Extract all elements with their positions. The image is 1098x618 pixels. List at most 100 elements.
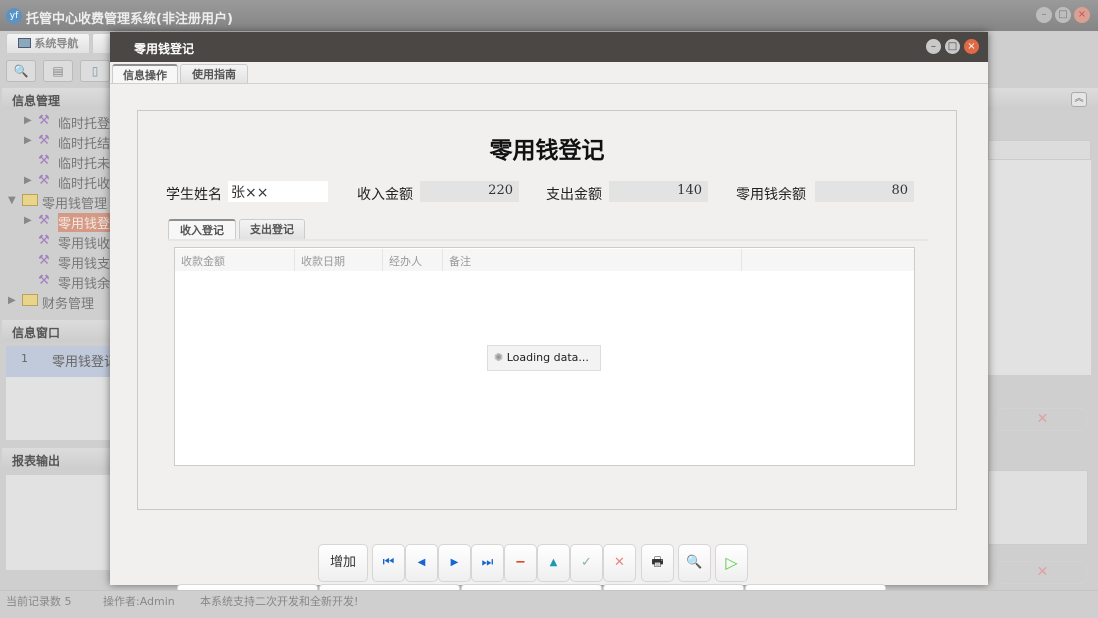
document-icon[interactable]: ▯ <box>80 60 110 82</box>
tree-item-label: 临时托登 <box>58 117 110 132</box>
tree-item-label: 零用钱登 <box>58 213 110 232</box>
tree-item[interactable]: ⚒ 零用钱余 <box>0 272 110 292</box>
dialog-title-bar: 零用钱登记 <box>110 32 988 62</box>
dialog-allowance-register: 零用钱登记 – □ × 信息操作 使用指南 零用钱登记 学生姓名 张×× 收入金… <box>110 32 988 609</box>
form-heading: 零用钱登记 <box>489 137 605 164</box>
report-output-label: 报表输出 <box>12 454 61 468</box>
balance-field: 80 <box>815 181 914 202</box>
tree-item[interactable]: ▼ 零用钱管理 <box>0 192 110 212</box>
col-filler <box>742 249 914 271</box>
tab-info-operation[interactable]: 信息操作 <box>112 64 178 84</box>
tree-item[interactable]: ⚒ 零用钱支 <box>0 252 110 272</box>
cancel-button[interactable]: ✕ <box>603 544 636 582</box>
income-grid: 收款金额 收款日期 经办人 备注 ✺ Loading data... <box>174 247 915 466</box>
tree-item[interactable]: ▶ 财务管理 <box>0 292 110 312</box>
spinner-icon: ✺ <box>494 351 504 364</box>
prev-record-button[interactable]: ◀ <box>405 544 438 582</box>
status-message: 本系统支持二次开发和全新开发! <box>200 595 359 608</box>
loading-text: Loading data... <box>506 351 589 364</box>
tree-item-label: 零用钱余 <box>58 277 110 292</box>
tree-item[interactable]: ⚒ 零用钱收 <box>0 232 110 252</box>
student-name-label: 学生姓名 <box>166 187 222 203</box>
maximize-button[interactable]: □ <box>1055 7 1071 23</box>
next-record-button[interactable]: ▶ <box>438 544 471 582</box>
tab-system-nav-label: 系统导航 <box>34 37 79 50</box>
add-button[interactable]: 增加 <box>318 544 368 582</box>
right-cancel-button-1[interactable]: ✕ <box>998 408 1087 431</box>
tree-item[interactable]: ▶ ⚒ 零用钱登 <box>0 212 110 232</box>
col-date[interactable]: 收款日期 <box>295 249 383 271</box>
dialog-minimize-button[interactable]: – <box>926 39 941 54</box>
col-amount[interactable]: 收款金额 <box>175 249 295 271</box>
list-icon[interactable]: ▤ <box>43 60 73 82</box>
income-label: 收入金额 <box>357 187 413 203</box>
report-output-header: 报表输出 <box>2 448 112 470</box>
tab-system-nav[interactable]: 系统导航 <box>6 33 90 53</box>
col-remark[interactable]: 备注 <box>443 249 742 271</box>
last-record-button[interactable]: ⏭ <box>471 544 504 582</box>
tree-item[interactable]: ▶ ⚒ 临时托登 <box>0 112 110 132</box>
tool-icon: ⚒ <box>38 273 50 288</box>
save-button[interactable]: ✓ <box>570 544 603 582</box>
loading-indicator: ✺ Loading data... <box>487 345 601 371</box>
subtab-divider <box>168 239 928 241</box>
search-icon[interactable]: 🔍 <box>6 60 36 82</box>
dialog-maximize-button[interactable]: □ <box>945 39 960 54</box>
collapse-icon[interactable]: ︽ <box>1071 92 1087 107</box>
window-row-label: 零用钱登记 <box>52 355 118 370</box>
tree-item-label: 财务管理 <box>42 297 95 312</box>
right-grid <box>988 160 1091 375</box>
tree-item[interactable]: ⚒ 临时托未 <box>0 152 110 172</box>
app-title-bar: 托管中心收费管理系统(非注册用户) <box>0 0 1098 31</box>
edit-button[interactable]: ▲ <box>537 544 570 582</box>
collapsed-arrow-icon[interactable]: ▶ <box>8 295 16 306</box>
right-grid-2 <box>988 470 1088 545</box>
tool-icon: ⚒ <box>38 133 50 148</box>
expanded-arrow-icon[interactable]: ▼ <box>8 195 16 206</box>
expand-arrow-icon[interactable]: ▶ <box>24 115 32 126</box>
folder-icon <box>22 294 38 306</box>
report-list <box>6 475 110 570</box>
window-row[interactable]: 1 零用钱登记 <box>6 346 117 377</box>
monitor-icon <box>17 38 31 48</box>
first-record-button[interactable]: ⏮ <box>372 544 405 582</box>
run-icon[interactable]: ▷ <box>715 544 748 582</box>
tool-icon: ⚒ <box>38 173 50 188</box>
expense-label: 支出金额 <box>546 187 602 203</box>
folder-icon <box>22 194 38 206</box>
delete-button[interactable]: − <box>504 544 537 582</box>
window-row-number: 1 <box>21 352 28 365</box>
record-count: 当前记录数 5 <box>6 595 72 608</box>
print-icon[interactable]: 🖶 <box>641 544 674 582</box>
operator: 操作者:Admin <box>103 595 175 608</box>
tool-icon: ⚒ <box>38 113 50 128</box>
tab-expense-register[interactable]: 支出登记 <box>239 219 305 239</box>
tab-user-guide[interactable]: 使用指南 <box>180 64 248 84</box>
minimize-button[interactable]: – <box>1036 7 1052 23</box>
tool-icon: ⚒ <box>38 253 50 268</box>
tree-item-label: 零用钱收 <box>58 237 110 252</box>
right-grid-header <box>988 140 1091 160</box>
tab-income-register[interactable]: 收入登记 <box>168 219 236 239</box>
tool-icon: ⚒ <box>38 233 50 248</box>
right-cancel-button-2[interactable]: ✕ <box>998 561 1087 584</box>
preview-icon[interactable]: 🔍 <box>678 544 711 582</box>
col-handler[interactable]: 经办人 <box>383 249 443 271</box>
info-window-header: 信息窗口 <box>2 320 112 342</box>
tree-item[interactable]: ▶ ⚒ 临时托结 <box>0 132 110 152</box>
student-name-input[interactable]: 张×× <box>228 181 328 202</box>
income-field: 220 <box>420 181 519 202</box>
expand-arrow-icon[interactable]: ▶ <box>24 135 32 146</box>
tab-second[interactable] <box>92 33 112 53</box>
tree-item-label: 零用钱管理 <box>42 197 108 212</box>
expand-arrow-icon[interactable]: ▶ <box>24 175 32 186</box>
tree-item-label: 零用钱支 <box>58 257 110 272</box>
expense-field: 140 <box>609 181 708 202</box>
info-window-label: 信息窗口 <box>12 326 61 340</box>
close-button[interactable]: × <box>1074 7 1090 23</box>
tree-item[interactable]: ▶ ⚒ 临时托收 <box>0 172 110 192</box>
tool-icon: ⚒ <box>38 153 50 168</box>
dialog-close-button[interactable]: × <box>964 39 979 54</box>
tab-divider <box>110 83 988 84</box>
expand-arrow-icon[interactable]: ▶ <box>24 215 32 226</box>
